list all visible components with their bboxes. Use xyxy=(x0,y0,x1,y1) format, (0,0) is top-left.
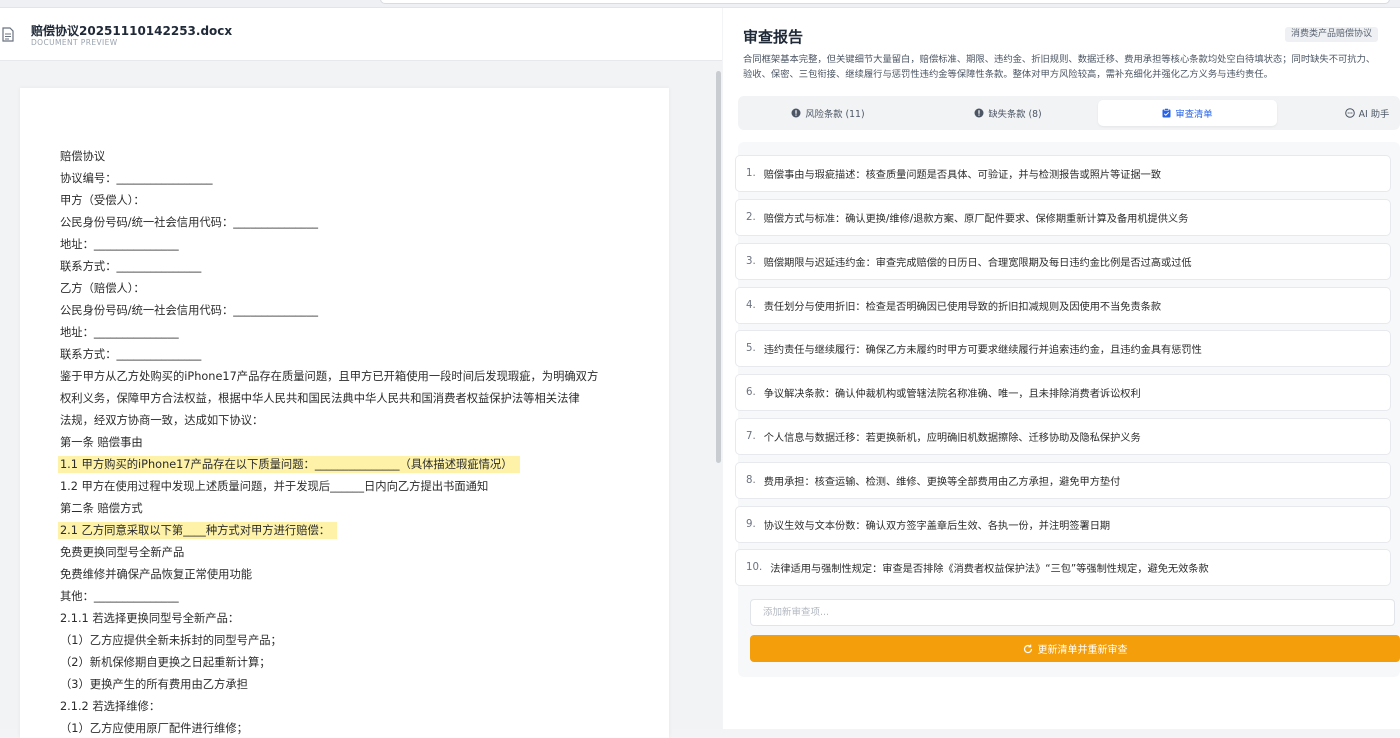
item-number: 3. xyxy=(746,256,756,267)
checklist-item[interactable]: 8. 费用承担：核查运输、检测、维修、更换等全部费用由乙方承担，避免甲方垫付 xyxy=(735,462,1391,499)
doc-line: 法规，经双方协商一致，达成如下协议： xyxy=(60,414,264,427)
update-button-label: 更新清单并重新审查 xyxy=(1037,645,1128,656)
doc-line: 鉴于甲方从乙方处购买的iPhone17产品存在质量问题，且甲方已开箱使用一段时间… xyxy=(60,370,599,383)
tab-risk-clauses[interactable]: 风险条款 (11) xyxy=(738,100,918,126)
checklist-item[interactable]: 6. 争议解决条款：确认仲裁机构或管辖法院名称准确、唯一，且未排除消费者诉讼权利 xyxy=(735,374,1391,411)
checklist-item[interactable]: 7. 个人信息与数据迁移：若更换新机，应明确旧机数据擦除、迁移协助及隐私保护义务 xyxy=(735,418,1391,455)
item-text: 赔偿方式与标准：确认更换/维修/退款方案、原厂配件要求、保修期重新计算及备用机提… xyxy=(763,214,1189,225)
doc-line: 协议编号：_________________ xyxy=(60,172,213,185)
document-header: 赔偿协议20251110142253.docx DOCUMENT PREVIEW xyxy=(0,8,722,61)
item-text: 违约责任与继续履行：确保乙方未履约时甲方可要求继续履行并追索违约金，且违约金具有… xyxy=(763,345,1202,356)
item-text: 赔偿事由与瑕疵描述：核查质量问题是否具体、可验证，并与检测报告或照片等证据一致 xyxy=(763,170,1162,181)
doc-line: 联系方式：_______________ xyxy=(60,348,202,361)
doc-line: 第二条 赔偿方式 xyxy=(60,502,143,515)
document-subtitle: DOCUMENT PREVIEW xyxy=(31,38,118,47)
item-text: 个人信息与数据迁移：若更换新机，应明确旧机数据擦除、迁移协助及隐私保护义务 xyxy=(763,433,1141,444)
checklist-item[interactable]: 2. 赔偿方式与标准：确认更换/维修/退款方案、原厂配件要求、保修期重新计算及备用… xyxy=(735,199,1391,236)
doc-line: 2.1.2 若选择维修： xyxy=(60,700,161,713)
tab-missing-clauses[interactable]: 缺失条款 (8) xyxy=(918,100,1098,126)
doc-line-highlighted: 2.1 乙方同意采取以下第____种方式对甲方进行赔偿： xyxy=(58,522,338,539)
doc-line: 甲方（受偿人）： xyxy=(60,194,145,207)
item-number: 7. xyxy=(746,431,756,442)
tab-label: 审查清单 xyxy=(1175,109,1213,120)
highlight-mark[interactable]: 2.1 乙方同意采取以下第____种方式对甲方进行赔偿： xyxy=(58,522,338,539)
doc-line: （2）新机保修期自更换之日起重新计算； xyxy=(60,656,271,669)
checklist-item[interactable]: 9. 协议生效与文本份数：确认双方签字盖章后生效、各执一份，并注明签署日期 xyxy=(735,506,1391,543)
item-text: 费用承担：核查运输、检测、维修、更换等全部费用由乙方承担，避免甲方垫付 xyxy=(763,477,1121,488)
alert-icon xyxy=(791,108,801,118)
checklist-item[interactable]: 10. 法律适用与强制性规定：审查是否排除《消费者权益保护法》“三包”等强制性规定… xyxy=(735,549,1391,586)
doc-line-highlighted: 1.1 甲方购买的iPhone17产品存在以下质量问题：____________… xyxy=(58,456,520,473)
alert-icon xyxy=(974,108,984,118)
doc-line: 权利义务，保障甲方合法权益，根据中华人民共和国民法典中华人民共和国消费者权益保护… xyxy=(60,392,580,405)
clipboard-icon xyxy=(1162,108,1171,118)
report-title: 审查报告 xyxy=(743,28,804,46)
tab-checklist[interactable]: 审查清单 xyxy=(1098,100,1277,126)
update-checklist-button[interactable]: 更新清单并重新审查 xyxy=(750,635,1400,662)
doc-line: （1）乙方应提供全新未拆封的同型号产品； xyxy=(60,634,282,647)
tab-label: 风险条款 (11) xyxy=(805,109,865,120)
doc-line: 公民身份号码/统一社会信用代码：_______________ xyxy=(60,216,318,229)
doc-line: （1）乙方应使用原厂配件进行维修； xyxy=(60,722,248,735)
item-number: 4. xyxy=(746,300,756,311)
item-number: 5. xyxy=(746,343,756,354)
checklist-item[interactable]: 1. 赔偿事由与瑕疵描述：核查质量问题是否具体、可验证，并与检测报告或照片等证据一… xyxy=(735,155,1391,192)
item-number: 6. xyxy=(746,387,756,398)
doc-line: （3）更换产生的所有费用由乙方承担 xyxy=(60,678,248,691)
doc-line: 免费更换同型号全新产品 xyxy=(60,546,185,559)
document-preview-panel: 赔偿协议20251110142253.docx DOCUMENT PREVIEW… xyxy=(0,8,722,738)
document-page: 赔偿协议 协议编号：_________________ 甲方（受偿人）： 公民身… xyxy=(20,88,669,738)
doc-line: 公民身份号码/统一社会信用代码：_______________ xyxy=(60,304,318,317)
doc-line: 地址：_______________ xyxy=(60,326,179,339)
item-text: 责任划分与使用折旧：检查是否明确因已使用导致的折旧扣减规则及因使用不当免责条款 xyxy=(763,302,1162,313)
doc-line: 其他：_______________ xyxy=(60,590,179,603)
item-text: 赔偿期限与迟延违约金：审查完成赔偿的日历日、合理宽限期及每日违约金比例是否过高或… xyxy=(763,258,1192,269)
scrollbar-thumb[interactable] xyxy=(716,71,721,463)
report-summary: 合同框架基本完整，但关键细节大量留白，赔偿标准、期限、违约金、折旧规则、数据迁移… xyxy=(743,54,1376,80)
item-text: 协议生效与文本份数：确认双方签字盖章后生效、各执一份，并注明签署日期 xyxy=(763,521,1111,532)
doc-line: 乙方（赔偿人）： xyxy=(60,282,145,295)
doc-line: 赔偿协议 xyxy=(60,150,106,163)
item-text: 法律适用与强制性规定：审查是否排除《消费者权益保护法》“三包”等强制性规定，避免… xyxy=(770,564,1209,575)
item-number: 1. xyxy=(746,168,756,179)
doc-line: 地址：_______________ xyxy=(60,238,179,251)
chat-icon xyxy=(1344,108,1355,118)
highlight-mark[interactable]: 1.1 甲方购买的iPhone17产品存在以下质量问题：____________… xyxy=(58,456,520,473)
doc-line: 联系方式：_______________ xyxy=(60,260,202,273)
tab-label: AI 助手 xyxy=(1358,109,1390,120)
review-report-panel: 审查报告 消费类产品赔偿协议 合同框架基本完整，但关键细节大量留白，赔偿标准、期… xyxy=(723,8,1400,729)
item-text: 争议解决条款：确认仲裁机构或管辖法院名称准确、唯一，且未排除消费者诉讼权利 xyxy=(763,389,1141,400)
item-number: 9. xyxy=(746,519,756,530)
report-tabs: 风险条款 (11) 缺失条款 (8) 审查清单 AI 助手 xyxy=(738,96,1400,130)
item-number: 2. xyxy=(746,212,756,223)
checklist-item[interactable]: 5. 违约责任与继续履行：确保乙方未履约时甲方可要求继续履行并追索违约金，且违约金… xyxy=(735,330,1391,367)
add-checklist-item-input[interactable] xyxy=(750,599,1395,626)
browser-top-bar xyxy=(0,0,1400,8)
doc-line: 1.2 甲方在使用过程中发现上述质量问题，并于发现后______日内向乙方提出书… xyxy=(60,480,489,493)
doc-line: 2.1.1 若选择更换同型号全新产品： xyxy=(60,612,240,625)
refresh-icon xyxy=(1023,644,1032,653)
checklist-item[interactable]: 3. 赔偿期限与迟延违约金：审查完成赔偿的日历日、合理宽限期及每日违约金比例是否过… xyxy=(735,243,1391,280)
tab-ai-assistant[interactable]: AI 助手 xyxy=(1277,100,1400,126)
tab-label: 缺失条款 (8) xyxy=(988,109,1042,120)
contract-type-badge: 消费类产品赔偿协议 xyxy=(1285,27,1379,42)
doc-line: 免费维修并确保产品恢复正常使用功能 xyxy=(60,568,253,581)
doc-line: 第一条 赔偿事由 xyxy=(60,436,143,449)
item-number: 8. xyxy=(746,475,756,486)
file-icon xyxy=(2,27,14,42)
item-number: 10. xyxy=(746,562,763,573)
address-bar[interactable] xyxy=(380,0,1390,4)
document-filename: 赔偿协议20251110142253.docx xyxy=(31,24,233,38)
checklist-item[interactable]: 4. 责任划分与使用折旧：检查是否明确因已使用导致的折旧扣减规则及因使用不当免责条… xyxy=(735,287,1391,324)
